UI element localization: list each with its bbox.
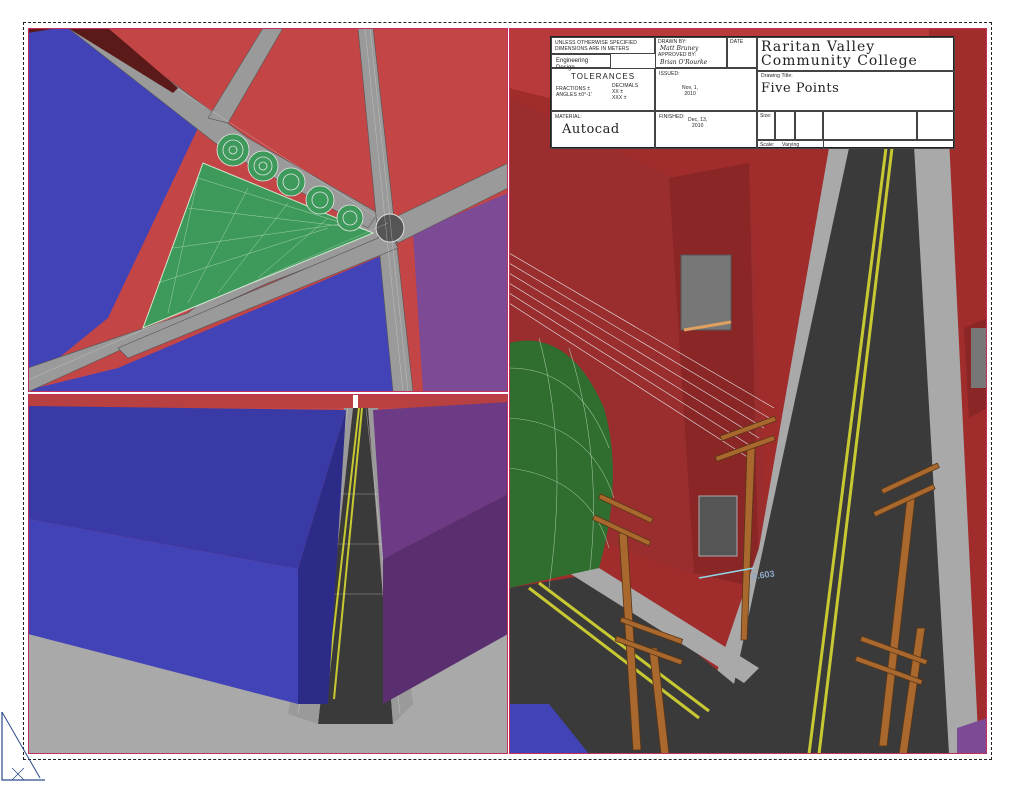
issued-cell: ISSUED: Nov, 1, 2010 bbox=[655, 68, 757, 111]
finished-value: Dec, 13, 2010 bbox=[688, 117, 708, 129]
plan-view-drawing bbox=[28, 28, 508, 392]
date-cell: DATE bbox=[727, 37, 757, 68]
title-empty-cell-2 bbox=[823, 111, 917, 140]
school-line-2: Community College bbox=[761, 53, 918, 69]
issued-label: ISSUED: bbox=[659, 71, 680, 77]
school-cell: Raritan Valley Community College bbox=[757, 37, 955, 71]
material-value: Autocad bbox=[562, 122, 620, 137]
viewport-top-plan[interactable] bbox=[28, 28, 508, 392]
paper-space-sheet: 0.603 UNLESS OTHERWISE SPECIFIED DIMENSI… bbox=[0, 0, 1021, 787]
general-note-cell: UNLESS OTHERWISE SPECIFIED DIMENSIONS AR… bbox=[551, 37, 655, 54]
drawing-title-cell: Drawing Title: Five Points bbox=[757, 71, 955, 111]
issued-value: Nov, 1, 2010 bbox=[682, 85, 699, 97]
viewport-street-perspective[interactable] bbox=[28, 394, 508, 754]
approved-by-value: Brian O'Rourke bbox=[660, 59, 708, 66]
material-label: MATERIAL: bbox=[555, 114, 582, 120]
decimals-tolerance: DECIMALS XX ± XXX ± bbox=[612, 83, 639, 101]
size-label: Size: bbox=[760, 113, 772, 119]
street-perspective-drawing bbox=[28, 394, 508, 754]
ucs-icon bbox=[1, 711, 45, 781]
scale-label: Scale: bbox=[760, 142, 775, 148]
fractions-tolerance: FRACTIONS ± ANGLES ±0°-1' bbox=[556, 86, 592, 98]
material-cell: MATERIAL: Autocad bbox=[551, 111, 655, 149]
drawn-by-value: Matt Bruney bbox=[660, 45, 699, 52]
title-empty-cell-1 bbox=[795, 111, 823, 140]
title-empty-cell-3 bbox=[917, 111, 955, 140]
drawing-title-label: Drawing Title: bbox=[761, 73, 793, 79]
approved-by-label: APPROVED BY: bbox=[658, 52, 697, 58]
finished-cell: FINISHED: Dec, 13, 2010 bbox=[655, 111, 757, 149]
date-label: DATE bbox=[730, 39, 744, 45]
tolerances-cell: TOLERANCES FRACTIONS ± ANGLES ±0°-1' DEC… bbox=[551, 68, 655, 111]
scale-value: Varying bbox=[782, 142, 800, 148]
tolerances-title: TOLERANCES bbox=[570, 72, 636, 81]
size-value-cell bbox=[775, 111, 795, 140]
drawn-by-cell: DRAWN BY: Matt Bruney APPROVED BY: Brian… bbox=[655, 37, 727, 68]
scale-empty-cell bbox=[823, 140, 955, 149]
size-cell: Size: bbox=[757, 111, 775, 140]
general-note: UNLESS OTHERWISE SPECIFIED DIMENSIONS AR… bbox=[555, 40, 637, 52]
drawing-title: Five Points bbox=[761, 81, 840, 96]
title-block: UNLESS OTHERWISE SPECIFIED DIMENSIONS AR… bbox=[550, 36, 955, 149]
course-cell: Engineering Design bbox=[551, 54, 611, 71]
